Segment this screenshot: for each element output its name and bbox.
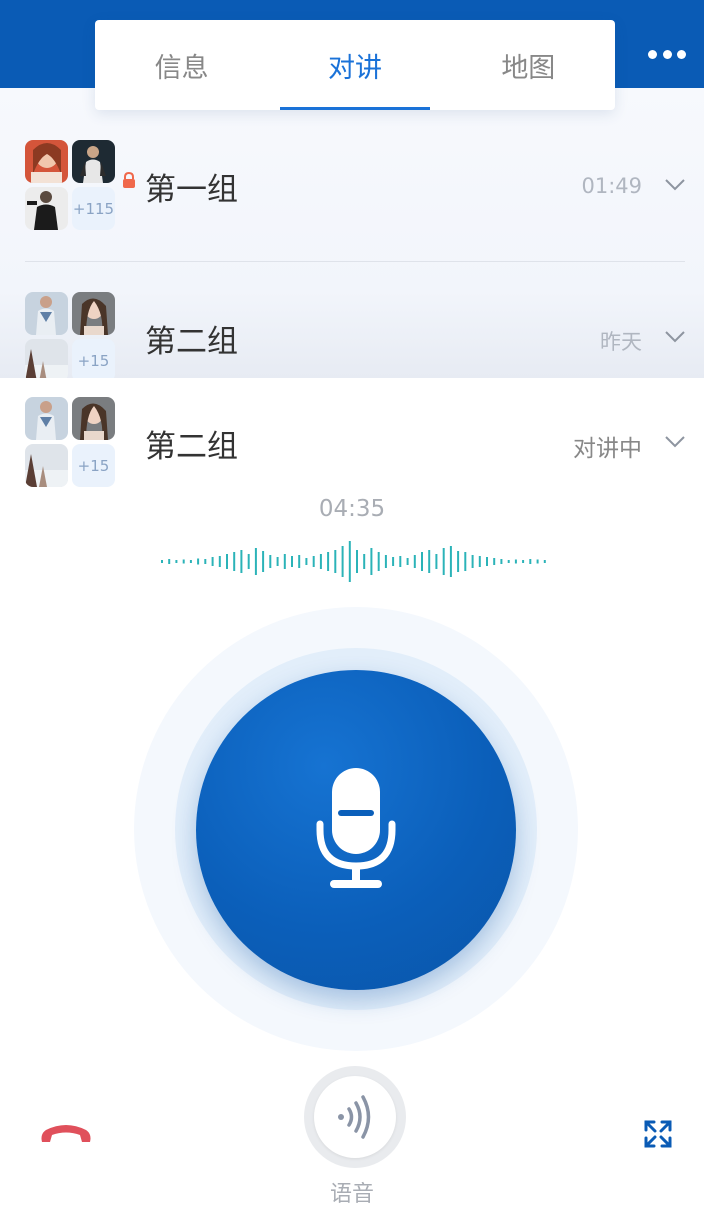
avatar bbox=[25, 187, 68, 230]
tab-bar: 信息 对讲 地图 bbox=[95, 20, 615, 110]
tab-map[interactable]: 地图 bbox=[442, 20, 615, 110]
lock-icon bbox=[123, 172, 135, 188]
active-group-row[interactable]: +15 第二组 对讲中 bbox=[0, 397, 704, 497]
voice-mode-label: 语音 bbox=[329, 1182, 374, 1207]
group-time: 01:49 bbox=[581, 174, 642, 198]
tab-messages[interactable]: 信息 bbox=[95, 20, 268, 110]
tab-intercom[interactable]: 对讲 bbox=[268, 20, 441, 110]
member-count-badge: +15 bbox=[72, 339, 115, 382]
avatar bbox=[25, 140, 68, 183]
expand-icon[interactable] bbox=[643, 1119, 673, 1149]
talk-status: 对讲中 bbox=[573, 436, 642, 462]
talk-timer: 04:35 bbox=[318, 496, 386, 522]
voice-button-face bbox=[314, 1076, 396, 1158]
chevron-down-icon[interactable] bbox=[664, 435, 686, 449]
audio-waveform bbox=[161, 541, 546, 582]
group-avatars: +15 bbox=[25, 397, 115, 487]
avatar bbox=[72, 140, 115, 183]
avatar bbox=[25, 292, 68, 335]
avatar bbox=[72, 292, 115, 335]
group-row-2[interactable]: +15 第二组 昨天 bbox=[0, 292, 704, 392]
group-row-1[interactable]: +115 第一组 01:49 bbox=[0, 140, 704, 240]
voice-mode-button[interactable] bbox=[304, 1066, 406, 1168]
chevron-down-icon[interactable] bbox=[664, 330, 686, 344]
divider bbox=[25, 261, 685, 262]
more-icon[interactable] bbox=[648, 44, 686, 64]
chevron-down-icon[interactable] bbox=[664, 178, 686, 192]
group-avatars: +115 bbox=[25, 140, 115, 230]
member-count-badge: +15 bbox=[72, 444, 115, 487]
member-count-badge: +115 bbox=[72, 187, 115, 230]
group-name: 第二组 bbox=[145, 324, 238, 360]
group-avatars: +15 bbox=[25, 292, 115, 382]
avatar bbox=[25, 397, 68, 440]
avatar bbox=[72, 397, 115, 440]
hangup-icon[interactable] bbox=[38, 1120, 94, 1150]
voice-wave-icon bbox=[338, 1095, 371, 1139]
microphone-icon bbox=[316, 768, 396, 888]
avatar bbox=[25, 444, 68, 487]
avatar bbox=[25, 339, 68, 382]
group-name: 第二组 bbox=[145, 429, 238, 465]
group-name: 第一组 bbox=[145, 172, 238, 208]
group-time: 昨天 bbox=[600, 330, 642, 354]
